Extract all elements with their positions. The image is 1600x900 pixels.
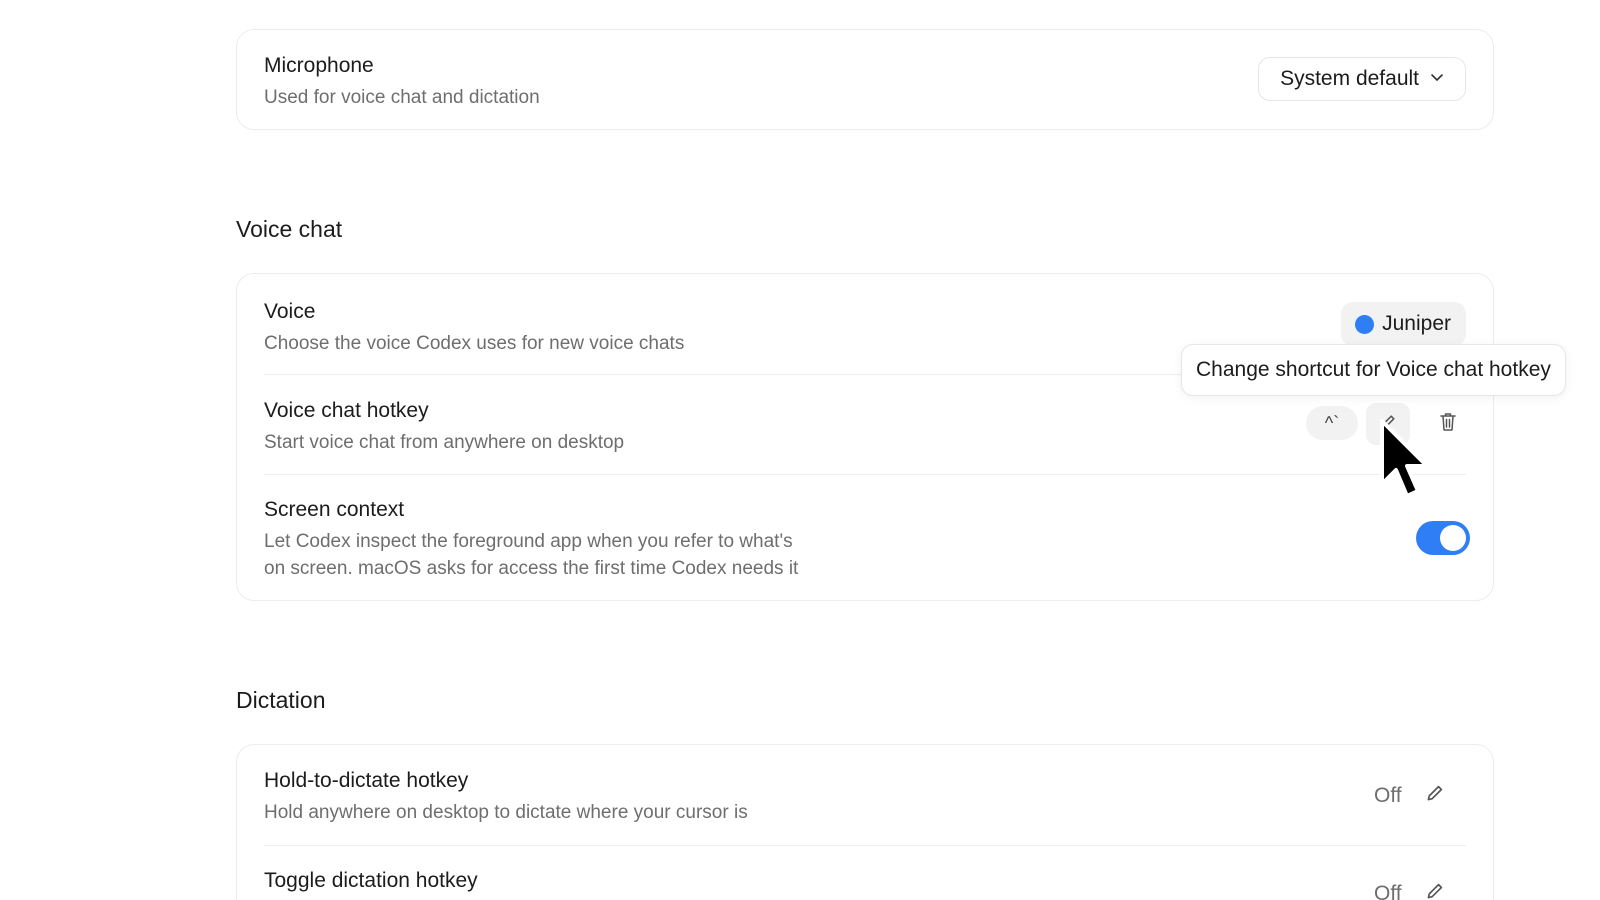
settings-page: Microphone Used for voice chat and dicta… bbox=[0, 0, 1600, 900]
trash-icon bbox=[1438, 411, 1458, 438]
voice-selector[interactable]: Juniper bbox=[1341, 302, 1466, 346]
toggle-dictate-edit-button[interactable] bbox=[1413, 872, 1457, 900]
hold-dictate-edit-button[interactable] bbox=[1413, 774, 1457, 816]
toggle-dictate-value: Off bbox=[1374, 882, 1402, 900]
microphone-selected: System default bbox=[1280, 67, 1419, 90]
microphone-description: Used for voice chat and dictation bbox=[264, 87, 540, 108]
pencil-icon bbox=[1424, 880, 1446, 900]
hold-dictate-row: Hold-to-dictate hotkey Hold anywhere on … bbox=[264, 745, 1466, 845]
screen-context-title: Screen context bbox=[264, 498, 405, 521]
toggle-dictate-row: Toggle dictation hotkey bbox=[264, 845, 1466, 900]
voice-selected: Juniper bbox=[1382, 312, 1451, 335]
hold-dictate-description: Hold anywhere on desktop to dictate wher… bbox=[264, 802, 748, 823]
toggle-knob bbox=[1440, 525, 1466, 551]
voice-hotkey-description: Start voice chat from anywhere on deskto… bbox=[264, 432, 625, 453]
cursor-pointer-icon bbox=[1378, 418, 1438, 509]
microphone-dropdown[interactable]: System default bbox=[1258, 57, 1466, 101]
voice-description: Choose the voice Codex uses for new voic… bbox=[264, 333, 685, 354]
pencil-icon bbox=[1424, 782, 1446, 809]
screen-context-description-line2: on screen. macOS asks for access the fir… bbox=[264, 558, 799, 579]
voice-color-dot bbox=[1355, 314, 1375, 334]
voice-chat-heading: Voice chat bbox=[236, 216, 343, 242]
screen-context-row: Screen context Let Codex inspect the for… bbox=[264, 474, 1466, 602]
voice-hotkey-title: Voice chat hotkey bbox=[264, 399, 429, 422]
voice-chat-card: Voice Choose the voice Codex uses for ne… bbox=[236, 273, 1494, 601]
change-shortcut-tooltip: Change shortcut for Voice chat hotkey bbox=[1181, 344, 1566, 396]
dictation-card: Hold-to-dictate hotkey Hold anywhere on … bbox=[236, 744, 1494, 900]
microphone-title: Microphone bbox=[264, 54, 374, 77]
hold-dictate-title: Hold-to-dictate hotkey bbox=[264, 769, 469, 792]
screen-context-toggle[interactable] bbox=[1416, 521, 1470, 555]
voice-title: Voice bbox=[264, 300, 316, 323]
chevron-down-icon bbox=[1429, 67, 1445, 91]
dictation-heading: Dictation bbox=[236, 687, 326, 713]
toggle-dictate-title: Toggle dictation hotkey bbox=[264, 869, 478, 892]
microphone-card: Microphone Used for voice chat and dicta… bbox=[236, 29, 1494, 130]
hold-dictate-value: Off bbox=[1374, 784, 1402, 807]
voice-hotkey-shortcut-chip[interactable]: ^` bbox=[1306, 406, 1358, 440]
screen-context-description-line1: Let Codex inspect the foreground app whe… bbox=[264, 531, 793, 552]
